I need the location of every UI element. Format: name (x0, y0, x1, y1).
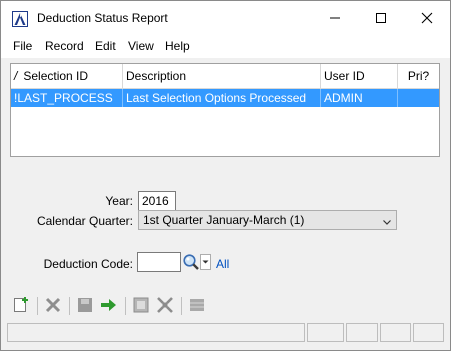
sort-indicator-icon: / (14, 69, 18, 83)
year-label: Year: (105, 194, 133, 208)
lookup-dropdown-button[interactable] (200, 254, 211, 270)
import-icon[interactable] (131, 295, 151, 315)
deduction-code-field[interactable] (137, 252, 181, 272)
calendar-quarter-label: Calendar Quarter: (36, 214, 133, 228)
status-pane (346, 323, 378, 342)
save-icon[interactable] (75, 295, 95, 315)
delete-icon[interactable] (43, 295, 63, 315)
selection-grid[interactable]: / Selection ID Description User ID Pri? !… (10, 63, 440, 157)
deduction-code-label: Deduction Code: (43, 257, 133, 271)
all-link[interactable]: All (216, 257, 229, 271)
menu-file[interactable]: File (13, 39, 32, 53)
toolbar-separator (125, 297, 126, 315)
column-header-user-id[interactable]: User ID (321, 64, 398, 89)
calendar-quarter-value: 1st Quarter January-March (1) (143, 213, 305, 227)
process-arrow-icon[interactable] (99, 295, 119, 315)
new-record-icon[interactable] (11, 295, 31, 315)
status-pane (380, 323, 411, 342)
deduction-status-report-window: Deduction Status Report File Record Edit… (0, 0, 451, 351)
calendar-quarter-select[interactable]: 1st Quarter January-March (1) (138, 210, 397, 230)
table-row[interactable]: !LAST_PROCESS Last Selection Options Pro… (11, 89, 439, 107)
search-icon[interactable] (182, 253, 200, 271)
cell-user-id: ADMIN (321, 89, 398, 107)
close-button[interactable] (404, 1, 450, 34)
list-icon[interactable] (187, 295, 207, 315)
window-title: Deduction Status Report (37, 11, 168, 25)
toolbar-separator (69, 297, 70, 315)
status-bar (7, 323, 444, 342)
column-header-selection-id[interactable]: / Selection ID (11, 64, 123, 89)
cell-selection-id: !LAST_PROCESS (11, 89, 123, 107)
column-header-pri[interactable]: Pri? (398, 64, 439, 89)
menu-view[interactable]: View (128, 39, 154, 53)
toolbar-separator (181, 297, 182, 315)
menu-help[interactable]: Help (165, 39, 190, 53)
status-pane-main (7, 323, 305, 342)
menu-record[interactable]: Record (45, 39, 84, 53)
column-header-description[interactable]: Description (123, 64, 321, 89)
menu-bar: File Record Edit View Help (1, 34, 450, 58)
grid-header: / Selection ID Description User ID Pri? (11, 64, 439, 89)
status-pane (413, 323, 444, 342)
status-pane (307, 323, 344, 342)
cell-description: Last Selection Options Processed (123, 89, 321, 107)
title-bar: Deduction Status Report (1, 1, 450, 34)
menu-edit[interactable]: Edit (95, 39, 116, 53)
export-icon[interactable] (155, 295, 175, 315)
year-field[interactable]: 2016 (138, 191, 176, 211)
cell-pri (398, 89, 439, 107)
record-toolbar (7, 295, 447, 317)
app-logo-icon (12, 11, 28, 27)
maximize-button[interactable] (358, 1, 404, 34)
chevron-down-icon (382, 214, 392, 232)
toolbar-separator (37, 297, 38, 315)
minimize-button[interactable] (312, 1, 358, 34)
